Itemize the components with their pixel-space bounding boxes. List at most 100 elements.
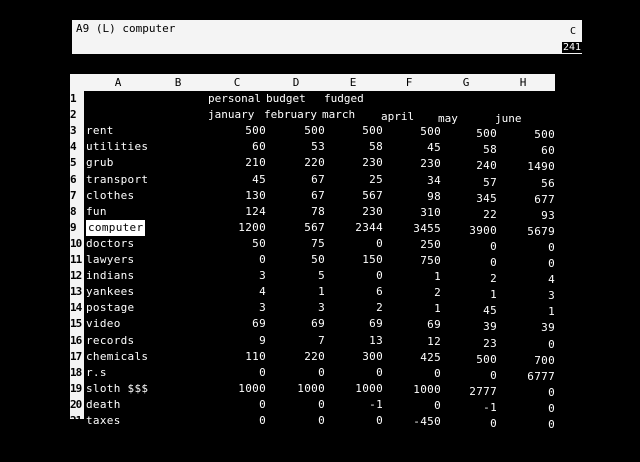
value-cell[interactable]: 58 xyxy=(445,142,497,158)
value-cell[interactable]: 240 xyxy=(445,158,497,174)
value-cell[interactable]: 0 xyxy=(445,239,497,255)
row-label-cell[interactable]: fun xyxy=(86,204,107,220)
value-cell[interactable]: 700 xyxy=(503,353,555,369)
value-cell[interactable]: 0 xyxy=(273,397,325,413)
value-cell[interactable]: 0 xyxy=(331,236,383,252)
month-march[interactable]: march xyxy=(322,107,355,123)
value-cell[interactable]: 1 xyxy=(389,301,441,317)
value-cell[interactable]: 0 xyxy=(445,416,497,432)
title-personal[interactable]: personal xyxy=(208,91,261,107)
value-cell[interactable]: 0 xyxy=(503,401,555,417)
value-cell[interactable]: 345 xyxy=(445,191,497,207)
value-cell[interactable]: 0 xyxy=(445,255,497,271)
value-cell[interactable]: 45 xyxy=(214,172,266,188)
row-label-cell[interactable]: video xyxy=(86,316,121,332)
value-cell[interactable]: 1 xyxy=(389,269,441,285)
value-cell[interactable]: 60 xyxy=(214,139,266,155)
row-label-cell[interactable]: taxes xyxy=(86,413,121,429)
title-budget[interactable]: budget xyxy=(266,91,306,107)
value-cell[interactable]: 500 xyxy=(503,127,555,143)
value-cell[interactable]: 3455 xyxy=(389,221,441,237)
row-number[interactable]: 2 xyxy=(70,107,94,123)
value-cell[interactable]: 0 xyxy=(503,337,555,353)
value-cell[interactable]: 0 xyxy=(214,252,266,268)
value-cell[interactable]: 567 xyxy=(331,188,383,204)
value-cell[interactable]: 69 xyxy=(331,316,383,332)
column-header-d[interactable]: D xyxy=(293,76,300,89)
value-cell[interactable]: 0 xyxy=(503,417,555,433)
value-cell[interactable]: 1 xyxy=(273,284,325,300)
value-cell[interactable]: 67 xyxy=(273,188,325,204)
value-cell[interactable]: 0 xyxy=(214,365,266,381)
value-cell[interactable]: 220 xyxy=(273,349,325,365)
value-cell[interactable]: 7 xyxy=(273,333,325,349)
row-label-cell[interactable]: chemicals xyxy=(86,349,148,365)
value-cell[interactable]: 3 xyxy=(214,300,266,316)
value-cell[interactable]: 310 xyxy=(389,205,441,221)
column-header-b[interactable]: B xyxy=(175,76,182,89)
value-cell[interactable]: 23 xyxy=(445,336,497,352)
value-cell[interactable]: 500 xyxy=(331,123,383,139)
value-cell[interactable]: 69 xyxy=(214,316,266,332)
value-cell[interactable]: 2 xyxy=(389,285,441,301)
row-label-cell[interactable]: doctors xyxy=(86,236,134,252)
value-cell[interactable]: 500 xyxy=(273,123,325,139)
value-cell[interactable]: 58 xyxy=(331,139,383,155)
value-cell[interactable]: 2 xyxy=(445,271,497,287)
value-cell[interactable]: 45 xyxy=(445,303,497,319)
value-cell[interactable]: -450 xyxy=(389,414,441,430)
value-cell[interactable]: 1000 xyxy=(331,381,383,397)
value-cell[interactable]: 0 xyxy=(273,413,325,429)
value-cell[interactable]: 2777 xyxy=(445,384,497,400)
row-label-cell[interactable]: r.s xyxy=(86,365,107,381)
value-cell[interactable]: 0 xyxy=(331,268,383,284)
value-cell[interactable]: 4 xyxy=(503,272,555,288)
value-cell[interactable]: 300 xyxy=(331,349,383,365)
value-cell[interactable]: 2 xyxy=(331,300,383,316)
value-cell[interactable]: 110 xyxy=(214,349,266,365)
month-february[interactable]: february xyxy=(264,107,317,123)
value-cell[interactable]: 0 xyxy=(503,240,555,256)
value-cell[interactable]: 45 xyxy=(389,140,441,156)
value-cell[interactable]: 230 xyxy=(331,204,383,220)
value-cell[interactable]: 1 xyxy=(503,304,555,320)
value-cell[interactable]: 677 xyxy=(503,192,555,208)
column-header-e[interactable]: E xyxy=(350,76,357,89)
row-label-cell[interactable]: rent xyxy=(86,123,114,139)
value-cell[interactable]: 0 xyxy=(445,368,497,384)
title-fudged[interactable]: fudged xyxy=(324,91,364,107)
value-cell[interactable]: 75 xyxy=(273,236,325,252)
value-cell[interactable]: 9 xyxy=(214,333,266,349)
value-cell[interactable]: 500 xyxy=(214,123,266,139)
value-cell[interactable]: 1490 xyxy=(503,159,555,175)
value-cell[interactable]: 567 xyxy=(273,220,325,236)
value-cell[interactable]: 500 xyxy=(389,124,441,140)
column-header-h[interactable]: H xyxy=(520,76,527,89)
value-cell[interactable]: 50 xyxy=(214,236,266,252)
value-cell[interactable]: 3 xyxy=(214,268,266,284)
value-cell[interactable]: 3900 xyxy=(445,223,497,239)
value-cell[interactable]: 0 xyxy=(331,365,383,381)
value-cell[interactable]: 210 xyxy=(214,155,266,171)
value-cell[interactable]: 12 xyxy=(389,334,441,350)
value-cell[interactable]: 13 xyxy=(331,333,383,349)
column-header-f[interactable]: F xyxy=(406,76,413,89)
value-cell[interactable]: -1 xyxy=(445,400,497,416)
row-label-cell[interactable]: clothes xyxy=(86,188,134,204)
value-cell[interactable]: 0 xyxy=(503,256,555,272)
value-cell[interactable]: 1000 xyxy=(214,381,266,397)
value-cell[interactable]: 0 xyxy=(331,413,383,429)
value-cell[interactable]: 1 xyxy=(445,287,497,303)
row-label-cell[interactable]: yankees xyxy=(86,284,134,300)
value-cell[interactable]: 53 xyxy=(273,139,325,155)
value-cell[interactable]: 5679 xyxy=(503,224,555,240)
value-cell[interactable]: 39 xyxy=(445,319,497,335)
value-cell[interactable]: 124 xyxy=(214,204,266,220)
selected-cell-a9[interactable]: computer xyxy=(86,219,146,236)
value-cell[interactable]: 6777 xyxy=(503,369,555,385)
row-label-cell[interactable]: sloth $$$ xyxy=(86,381,148,397)
column-header-a[interactable]: A xyxy=(115,76,122,89)
row-label-cell[interactable]: death xyxy=(86,397,121,413)
value-cell[interactable]: 0 xyxy=(273,365,325,381)
value-cell[interactable]: 57 xyxy=(445,175,497,191)
